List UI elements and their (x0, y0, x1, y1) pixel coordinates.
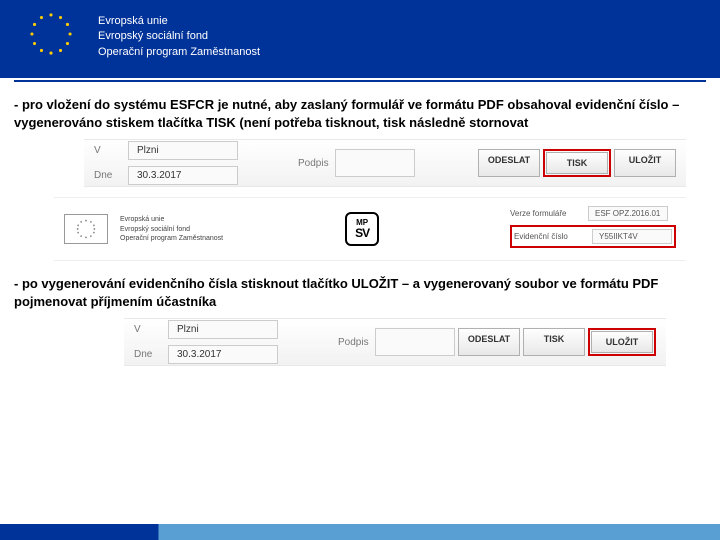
ulozit-highlight: ULOŽIT (588, 328, 656, 356)
paragraph-2: - po vygenerování evidenčního čísla stis… (14, 275, 706, 310)
ulozit-button[interactable]: ULOŽIT (591, 331, 653, 353)
podpis-label: Podpis (298, 158, 329, 169)
verze-value: ESF OPZ.2016.01 (588, 206, 668, 221)
dne-label: Dne (94, 170, 122, 181)
dne-label: Dne (134, 349, 162, 360)
paragraph-1: - pro vložení do systému ESFCR je nutné,… (14, 96, 706, 131)
eu-stars-icon (74, 217, 98, 241)
eu-stars-icon (25, 8, 77, 60)
ulozit-button[interactable]: ULOŽIT (614, 149, 676, 177)
mpsv-logo: MP SV (345, 212, 379, 246)
mini-line2: Evropský sociální fond (120, 225, 223, 234)
v-label: V (94, 145, 122, 156)
figure-header-evidence: Evropská unie Evropský sociální fond Ope… (54, 197, 686, 261)
header-line1: Evropská unie (98, 14, 260, 29)
mini-eu-flag (64, 214, 108, 244)
verze-label: Verze formuláře (510, 209, 582, 218)
odeslat-button[interactable]: ODESLAT (458, 328, 520, 356)
footer-bar (0, 524, 720, 540)
dne-value: 30.3.2017 (168, 345, 278, 364)
podpis-field (375, 328, 455, 356)
mini-line1: Evropská unie (120, 215, 223, 224)
eu-flag (12, 8, 90, 60)
dne-value: 30.3.2017 (128, 166, 238, 185)
evid-label: Evidenční číslo (514, 232, 586, 241)
figure-form-ulozit: V Plzni Dne 30.3.2017 Podpis ODESLAT TIS… (124, 318, 666, 366)
header-text: Evropská unie Evropský sociální fond Ope… (98, 8, 260, 60)
header-banner: Evropská unie Evropský sociální fond Ope… (0, 0, 720, 78)
mpsv-bot: SV (355, 227, 369, 239)
form-row: V Plzni Dne 30.3.2017 Podpis ODESLAT TIS… (124, 318, 666, 366)
header-line2: Evropský sociální fond (98, 29, 260, 44)
form-metadata: Verze formuláře ESF OPZ.2016.01 Evidenčn… (510, 206, 676, 252)
evid-value: Y55IIKT4V (592, 229, 672, 244)
podpis-field (335, 149, 415, 177)
tisk-button[interactable]: TISK (546, 152, 608, 174)
v-label: V (134, 324, 162, 335)
v-value: Plzni (168, 320, 278, 339)
podpis-label: Podpis (338, 337, 369, 348)
odeslat-button[interactable]: ODESLAT (478, 149, 540, 177)
mini-line3: Operační program Zaměstnanost (120, 234, 223, 243)
figure-form-tisk: V Plzni Dne 30.3.2017 Podpis ODESLAT TIS… (84, 139, 686, 187)
form-row: V Plzni Dne 30.3.2017 Podpis ODESLAT TIS… (84, 139, 686, 187)
tisk-button[interactable]: TISK (523, 328, 585, 356)
tisk-highlight: TISK (543, 149, 611, 177)
mini-header-text: Evropská unie Evropský sociální fond Ope… (120, 215, 223, 242)
v-value: Plzni (128, 141, 238, 160)
header-line3: Operační program Zaměstnanost (98, 45, 260, 60)
content: - pro vložení do systému ESFCR je nutné,… (0, 82, 720, 366)
